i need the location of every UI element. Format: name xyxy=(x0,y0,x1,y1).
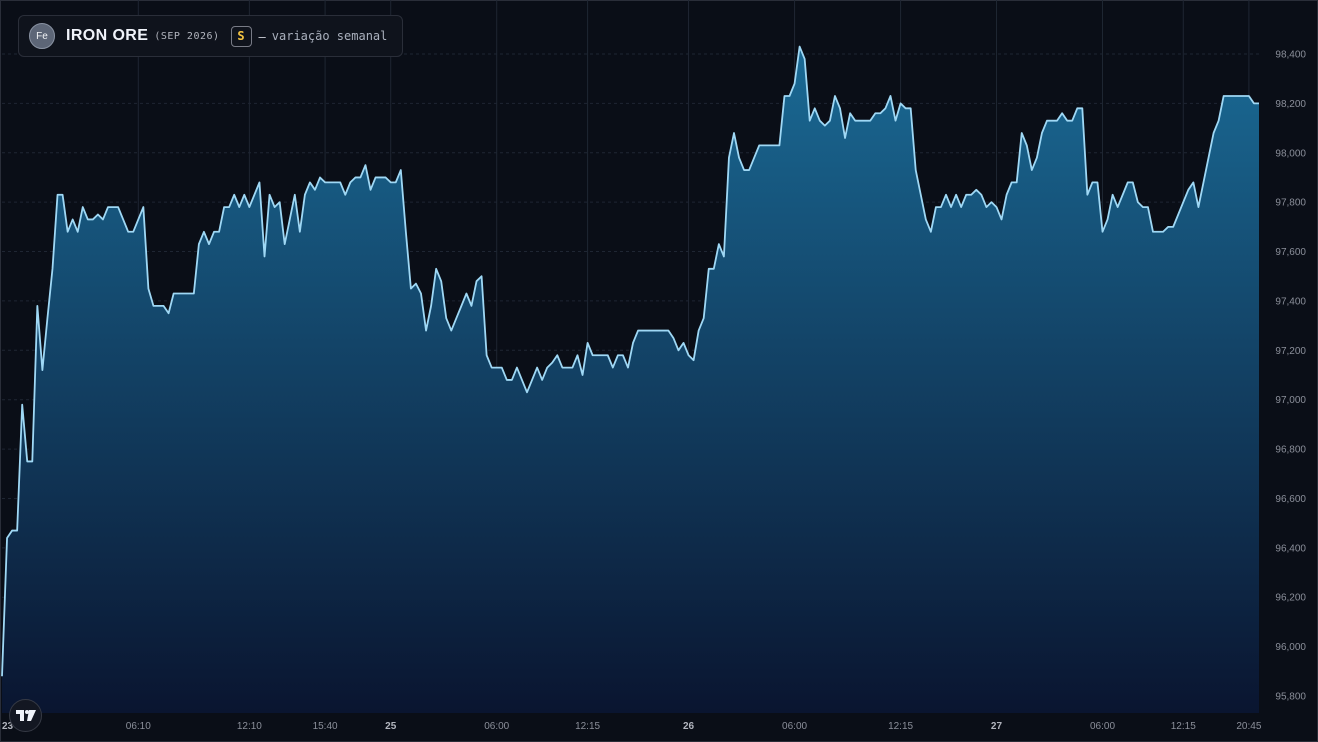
y-tick-label: 97,200 xyxy=(1275,346,1306,357)
y-tick-label: 97,000 xyxy=(1275,395,1306,406)
x-tick-label: 06:00 xyxy=(1090,721,1115,732)
x-tick-label: 27 xyxy=(991,721,1003,732)
legend-separator: – xyxy=(258,28,266,44)
symbol-logo-icon: Fe xyxy=(29,23,55,49)
y-tick-label: 97,600 xyxy=(1275,247,1306,258)
x-tick-label: 06:00 xyxy=(484,721,509,732)
y-tick-label: 97,400 xyxy=(1275,296,1306,307)
y-tick-label: 95,800 xyxy=(1275,692,1306,703)
price-chart[interactable]: 95,800 96,000 96,200 96,400 96,600 96,800 97,0… xyxy=(0,0,1318,742)
x-tick-label: 25 xyxy=(385,721,397,732)
x-tick-label: 06:10 xyxy=(126,721,151,732)
symbol-legend[interactable]: Fe IRON ORE (SEP 2026) S – variação sema… xyxy=(18,15,403,57)
time-axis[interactable]: 23 06:10 12:10 15:40 25 06:00 12:15 26 06:00 12:1… xyxy=(2,721,1262,732)
x-tick-label: 12:15 xyxy=(1171,721,1196,732)
x-tick-label: 26 xyxy=(683,721,695,732)
legend-description: variação semanal xyxy=(271,29,388,43)
y-tick-label: 98,200 xyxy=(1275,99,1306,110)
y-tick-label: 96,600 xyxy=(1275,494,1306,505)
y-tick-label: 97,800 xyxy=(1275,198,1306,209)
price-area xyxy=(2,46,1259,713)
y-tick-label: 96,000 xyxy=(1275,642,1306,653)
y-tick-label: 96,800 xyxy=(1275,445,1306,456)
y-tick-label: 98,000 xyxy=(1275,148,1306,159)
source-badge[interactable]: S xyxy=(230,25,252,47)
x-tick-label: 12:15 xyxy=(575,721,600,732)
x-tick-label: 12:15 xyxy=(888,721,913,732)
contract-month: (SEP 2026) xyxy=(154,30,220,42)
x-tick-label: 06:00 xyxy=(782,721,807,732)
y-tick-label: 96,200 xyxy=(1275,593,1306,604)
y-tick-label: 98,400 xyxy=(1275,50,1306,61)
symbol-name: IRON ORE xyxy=(66,27,149,44)
x-tick-label: 12:10 xyxy=(237,721,262,732)
price-axis[interactable]: 95,800 96,000 96,200 96,400 96,600 96,800 97,0… xyxy=(1275,50,1306,703)
x-tick-label: 15:40 xyxy=(313,721,338,732)
x-tick-label: 20:45 xyxy=(1236,721,1261,732)
y-tick-label: 96,400 xyxy=(1275,543,1306,554)
tradingview-logo-icon[interactable] xyxy=(9,699,42,732)
